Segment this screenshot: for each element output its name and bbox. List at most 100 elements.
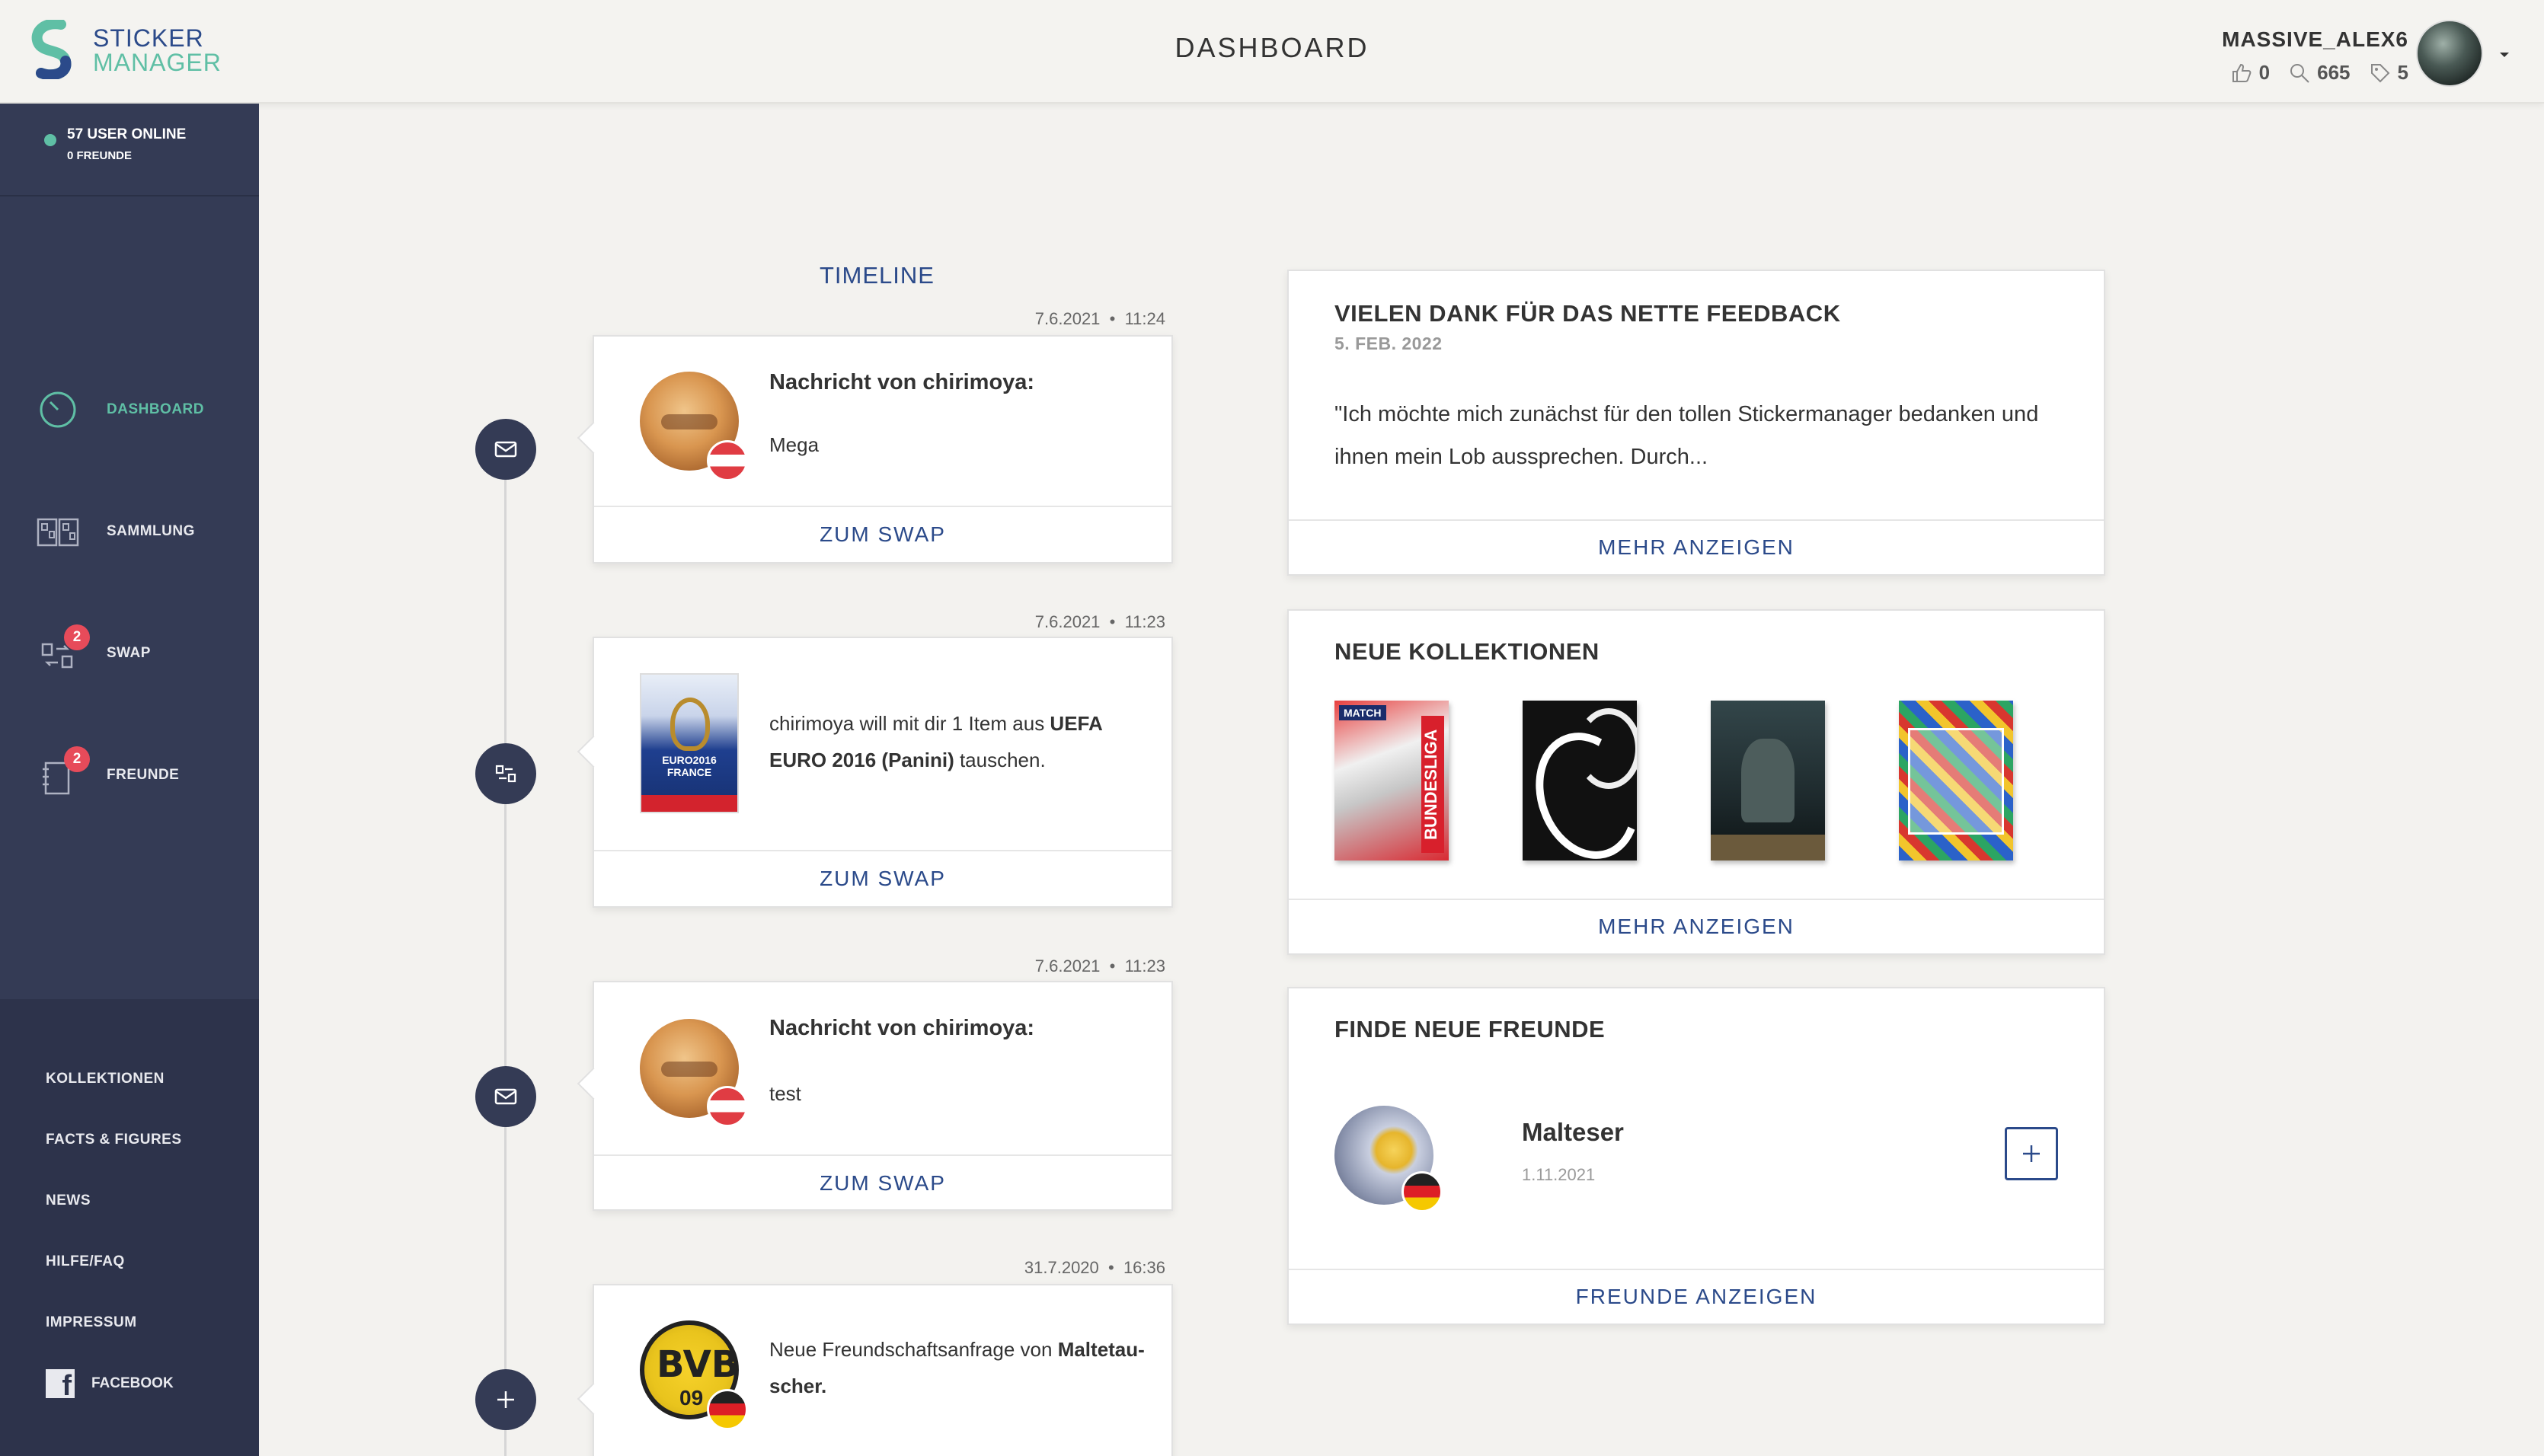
timeline-message-marker: [475, 419, 536, 480]
timestamp-date: 7.6.2021: [1034, 956, 1101, 975]
app-logo[interactable]: STICKER MANAGER: [30, 20, 229, 81]
top-header: STICKER MANAGER DASHBOARD MASSIVE_ALEX6 …: [0, 0, 2544, 104]
timeline-card: Nachricht von chirimoya: test ZUM SWAP: [593, 981, 1173, 1211]
cover-top-label: MATCH: [1339, 705, 1386, 720]
timeline-card: EURO2016 FRANCE chirimoya will mit dir 1…: [593, 637, 1173, 908]
friends-badge: 2: [64, 746, 90, 772]
sidebar-item-dashboard[interactable]: DASHBOARD: [35, 387, 256, 433]
user-menu[interactable]: MASSIVE_ALEX6 0 665 5: [2117, 18, 2514, 87]
timestamp-date: 31.7.2020: [1024, 1258, 1099, 1277]
logo-line-2: MANAGER: [93, 49, 222, 76]
feedback-date: 5. FEB. 2022: [1334, 334, 1443, 353]
timeline-line: [504, 449, 507, 1456]
friend-name[interactable]: Malteser: [1522, 1118, 1624, 1147]
timeline-timestamp: 31.7.2020 • 16:36: [1024, 1258, 1165, 1277]
sidebar-divider: [0, 195, 259, 196]
timestamp-time: 11:23: [1124, 956, 1165, 975]
page-title: DASHBOARD: [1175, 32, 1369, 63]
card-title: Nachricht von chirimoya:: [769, 370, 1035, 394]
timeline-timestamp: 7.6.2021 • 11:23: [1034, 956, 1165, 975]
album-icon: [35, 509, 84, 554]
zum-swap-button[interactable]: ZUM SWAP: [594, 850, 1171, 906]
thumbs-up-icon: [2232, 63, 2252, 82]
feedback-panel: VIELEN DANK FÜR DAS NETTE FEEDBACK 5. FE…: [1287, 270, 2105, 576]
friends-book-icon: 2: [35, 746, 90, 798]
tags-stat: 5: [2369, 61, 2408, 85]
sticker-label: EURO2016 FRANCE: [662, 754, 717, 778]
sidebar-item-sammlung[interactable]: SAMMLUNG: [35, 509, 256, 554]
austria-flag-icon: [707, 1086, 748, 1127]
sidebar-item-freunde[interactable]: 2 FREUNDE: [35, 746, 256, 798]
timestamp-date: 7.6.2021: [1034, 612, 1101, 631]
collection-cover-starter-pack[interactable]: [1899, 701, 2013, 861]
collections-more-button[interactable]: MEHR ANZEIGEN: [1289, 899, 2104, 953]
collections-panel: NEUE KOLLEKTIONEN MATCH BUNDESLIGA MEHR …: [1287, 609, 2105, 955]
germany-flag-icon: [1401, 1171, 1443, 1212]
likes-count: 0: [2258, 61, 2271, 84]
timestamp-time: 16:36: [1123, 1258, 1165, 1277]
find-friends-panel: FINDE NEUE FREUNDE Malteser 1.11.2021 FR…: [1287, 987, 2105, 1325]
logo-mark-icon: [31, 20, 72, 79]
trophy-icon: [670, 698, 710, 751]
facebook-label: FACEBOOK: [91, 1375, 174, 1391]
collections-title: NEUE KOLLEKTIONEN: [1334, 638, 1600, 665]
search-stat: 665: [2288, 61, 2351, 85]
footer-link-kollektionen[interactable]: KOLLEKTIONEN: [46, 1071, 165, 1087]
sidebar-item-label: DASHBOARD: [107, 401, 204, 417]
user-avatar[interactable]: [2416, 20, 2483, 87]
add-friend-button[interactable]: [2005, 1127, 2058, 1180]
swap-text-suffix: tauschen.: [954, 749, 1046, 771]
show-friends-button[interactable]: FREUNDE ANZEIGEN: [1289, 1269, 2104, 1323]
collection-cover-bundesliga[interactable]: MATCH BUNDESLIGA: [1334, 701, 1449, 861]
card-message: test: [769, 1082, 801, 1105]
facebook-link[interactable]: f FACEBOOK: [46, 1369, 174, 1402]
username: MASSIVE_ALEX6: [2222, 27, 2408, 51]
footer-link-facts[interactable]: FACTS & FIGURES: [46, 1132, 182, 1148]
sidebar-item-label: FREUNDE: [107, 767, 180, 783]
timeline-card: BVB 09 Neue Freundschaftsanfrage von Mal…: [593, 1284, 1173, 1456]
footer-link-impressum[interactable]: IMPRESSUM: [46, 1314, 137, 1331]
friend-request-prefix: Neue Freundschaftsanfrage von: [769, 1338, 1058, 1361]
logo-line-1: STICKER: [93, 24, 204, 52]
collection-cover-fantastic-beasts[interactable]: [1711, 701, 1825, 861]
swap-badge: 2: [64, 624, 90, 650]
footer-link-help[interactable]: HILFE/FAQ: [46, 1253, 125, 1270]
euro-2016-sticker-image[interactable]: EURO2016 FRANCE: [640, 673, 739, 813]
zum-swap-button[interactable]: ZUM SWAP: [594, 506, 1171, 562]
swap-icon: 2: [35, 624, 90, 676]
footer-link-news[interactable]: NEWS: [46, 1193, 91, 1209]
timeline-title: TIMELINE: [820, 262, 935, 289]
user-stats: 0 665 5: [2218, 61, 2408, 85]
tags-count: 5: [2397, 61, 2408, 84]
sidebar-item-swap[interactable]: 2 SWAP: [35, 624, 256, 676]
cover-inner-pack: [1908, 728, 2004, 835]
feedback-quote: "Ich möchte mich zunächst für den tollen…: [1334, 402, 2039, 469]
swap-icon: [495, 765, 516, 783]
feedback-title: VIELEN DANK FÜR DAS NETTE FEEDBACK: [1334, 300, 1841, 327]
friend-date: 1.11.2021: [1522, 1165, 1596, 1184]
plus-icon: [2023, 1145, 2040, 1162]
timeline-timestamp: 7.6.2021 • 11:23: [1034, 612, 1165, 631]
bvb-logo-text: BVB: [657, 1343, 740, 1386]
germany-flag-icon: [707, 1389, 748, 1430]
card-message: Neue Freundschaftsanfrage von Maltetau-s…: [769, 1331, 1150, 1404]
online-count: 57 USER ONLINE: [67, 126, 187, 142]
cover-side-label: BUNDESLIGA: [1421, 716, 1444, 853]
zum-swap-button[interactable]: ZUM SWAP: [594, 1154, 1171, 1211]
sidebar-item-label: SWAP: [107, 645, 151, 661]
find-friends-title: FINDE NEUE FREUNDE: [1334, 1016, 1606, 1043]
online-dot-icon: [44, 134, 56, 146]
timestamp-time: 11:23: [1124, 612, 1165, 631]
feedback-more-button[interactable]: MEHR ANZEIGEN: [1289, 519, 2104, 574]
panini-logo: [641, 795, 737, 812]
plus-icon: [497, 1391, 514, 1408]
sidebar-item-label: SAMMLUNG: [107, 523, 195, 539]
facebook-icon: f: [46, 1369, 75, 1402]
logo-text: STICKER MANAGER: [93, 26, 222, 75]
caret-down-icon[interactable]: [2495, 46, 2514, 64]
collection-cover-mickey[interactable]: [1523, 701, 1637, 861]
card-title: Nachricht von chirimoya:: [769, 1016, 1035, 1040]
austria-flag-icon: [707, 440, 748, 481]
timeline-message-marker: [475, 1066, 536, 1127]
timestamp-date: 7.6.2021: [1034, 309, 1101, 328]
